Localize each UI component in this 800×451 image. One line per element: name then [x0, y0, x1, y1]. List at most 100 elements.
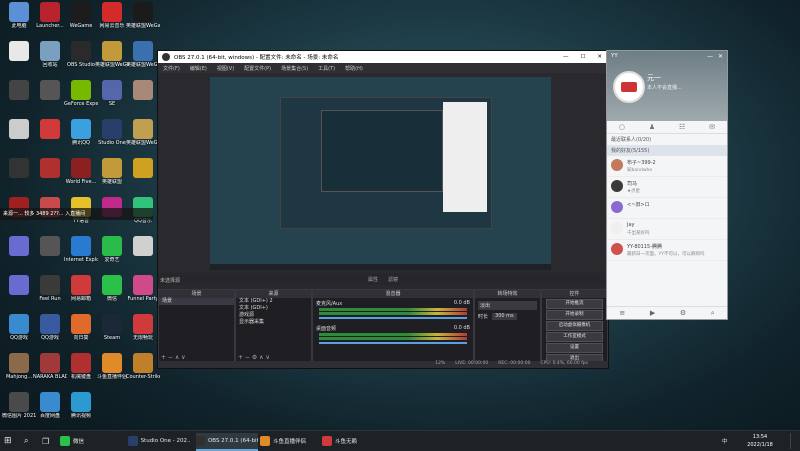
- desktop-icon[interactable]: [2, 275, 36, 296]
- avatar[interactable]: [613, 71, 645, 103]
- desktop-icon[interactable]: 微信: [95, 275, 129, 302]
- start-recording-button[interactable]: 开始录制: [546, 310, 603, 320]
- menu-icon[interactable]: ≡: [619, 309, 625, 317]
- source-item[interactable]: 文本 (GDI+) 2: [236, 298, 311, 305]
- desktop-icon[interactable]: NARAKA BLADEPO...: [33, 353, 67, 380]
- menu-item[interactable]: 视图(V): [217, 65, 234, 72]
- source-controls[interactable]: + − ⚙ ∧ ∨: [238, 354, 270, 361]
- friend-item[interactable]: YY-80115-腾腾 最新日一次面，YY不可以，可以麻烦吗: [607, 240, 727, 261]
- obs-window[interactable]: OBS 27.0.1 (64-bit, windows) - 配置文件: 未命名…: [157, 50, 609, 369]
- desktop-icon[interactable]: 英雄联盟WeGame版: [95, 41, 129, 68]
- virtual-camera-button[interactable]: 启动虚拟摄像机: [546, 321, 603, 331]
- desktop-icon[interactable]: QQ游戏: [2, 314, 36, 341]
- tab-recent-icon[interactable]: ○: [619, 123, 625, 131]
- taskbar-app[interactable]: 斗鱼无赖: [322, 433, 384, 449]
- menu-item[interactable]: 帮助(H): [345, 65, 363, 72]
- taskbar-app[interactable]: OBS 27.0.1 (64-bit...: [196, 433, 258, 451]
- close-icon[interactable]: ✕: [718, 53, 723, 60]
- menu-item[interactable]: 配置文件(P): [244, 65, 271, 72]
- desktop-icon[interactable]: 此电脑: [2, 2, 36, 29]
- desktop-icon[interactable]: [33, 236, 67, 257]
- show-desktop-button[interactable]: [790, 433, 799, 449]
- tab-channels-icon[interactable]: ✉: [709, 123, 715, 131]
- desktop-icon[interactable]: [126, 80, 160, 101]
- desktop-icon[interactable]: 英雄联盟WeGame版: [126, 2, 160, 29]
- taskbar-app[interactable]: 斗鱼直播伴侣: [260, 433, 322, 449]
- desktop-icon[interactable]: [2, 119, 36, 140]
- source-item[interactable]: 显示器采集: [236, 319, 311, 326]
- user-signature[interactable]: 本人不会直播...: [647, 84, 682, 91]
- studio-mode-button[interactable]: 工作室模式: [546, 332, 603, 342]
- scene-controls[interactable]: + − ∧ ∨: [161, 354, 186, 361]
- friend-item[interactable]: Jay 千出某好吗: [607, 219, 727, 240]
- desktop-icon[interactable]: Feel Run: [33, 275, 67, 302]
- desktop-icon[interactable]: [33, 119, 67, 140]
- desktop-icon[interactable]: 机械键盘: [64, 353, 98, 380]
- obs-titlebar[interactable]: OBS 27.0.1 (64-bit, windows) - 配置文件: 未命名…: [158, 51, 608, 63]
- yy-chat-window[interactable]: YY — ✕ 元一 本人不会直播... ○ ♟ ☷ ✉ 最近联系人(0/20) …: [606, 50, 728, 320]
- menu-item[interactable]: 文件(F): [163, 65, 180, 72]
- friend-item[interactable]: 司马 ★点星: [607, 177, 727, 198]
- friend-item[interactable]: <~旧>ロ: [607, 198, 727, 219]
- scene-item[interactable]: 场景: [159, 298, 234, 305]
- desktop-icon[interactable]: 百度网盘: [33, 392, 67, 419]
- source-item[interactable]: 游戏源: [236, 312, 311, 319]
- volume-slider[interactable]: [319, 342, 467, 344]
- transition-select[interactable]: 淡出: [478, 301, 537, 310]
- desktop-icon[interactable]: [33, 158, 67, 179]
- input-language[interactable]: 中: [722, 433, 728, 449]
- desktop-icon[interactable]: [2, 41, 36, 62]
- filters-button[interactable]: 滤镜: [388, 276, 398, 283]
- desktop-icon[interactable]: 腾讯视频: [64, 392, 98, 419]
- desktop-icon[interactable]: Studio One: [95, 119, 129, 146]
- desktop-icon[interactable]: 斗鱼直播伴侣: [95, 353, 129, 380]
- desktop-icon[interactable]: [126, 236, 160, 257]
- maximize-icon[interactable]: ☐: [580, 54, 585, 60]
- taskbar-app[interactable]: 微信: [60, 433, 122, 449]
- desktop-icon[interactable]: OBS Studio: [64, 41, 98, 68]
- friend-item[interactable]: 布子~399-2 知bandwhe: [607, 156, 727, 177]
- desktop-icon[interactable]: Steam: [95, 314, 129, 341]
- desktop-icon[interactable]: Internet Explorer: [64, 236, 98, 263]
- search-icon[interactable]: ⌕: [24, 433, 28, 449]
- desktop-icon[interactable]: [2, 158, 36, 179]
- desktop-icon[interactable]: [33, 80, 67, 101]
- video-icon[interactable]: ▶: [650, 309, 655, 317]
- desktop-icon[interactable]: WeGame: [64, 2, 98, 29]
- taskbar-app[interactable]: Studio One - 202...: [128, 433, 190, 449]
- group-recent[interactable]: 最近联系人(0/20): [607, 134, 727, 145]
- desktop-icon[interactable]: 英雄联盟: [95, 158, 129, 185]
- desktop-icon[interactable]: 网易邮箱: [64, 275, 98, 302]
- desktop-icon[interactable]: 英雄联盟WeGame版: [126, 119, 160, 146]
- search-icon[interactable]: ⌕: [711, 309, 715, 318]
- desktop-icon[interactable]: 回收站: [33, 41, 67, 68]
- desktop-icon[interactable]: 向日葵: [64, 314, 98, 341]
- desktop-icon[interactable]: 无限畅玩: [126, 314, 160, 341]
- obs-preview[interactable]: [210, 77, 551, 270]
- settings-button[interactable]: 设置: [546, 343, 603, 353]
- group-friends[interactable]: 我的好友(5/155): [607, 145, 727, 156]
- desktop-icon[interactable]: 英雄联盟WeGame版: [126, 41, 160, 68]
- desktop-icon[interactable]: World Five...: [64, 158, 98, 185]
- minimize-icon[interactable]: —: [563, 54, 569, 60]
- desktop-icon[interactable]: [126, 158, 160, 179]
- task-view-icon[interactable]: ❐: [42, 433, 49, 449]
- source-item[interactable]: 文本 (GDI+): [236, 305, 311, 312]
- desktop-icon[interactable]: 腾讯QQ: [64, 119, 98, 146]
- desktop-icon[interactable]: 爱奇艺: [95, 236, 129, 263]
- clock[interactable]: 13:54 2022/1/18: [740, 433, 780, 449]
- desktop-icon[interactable]: Launcher...: [33, 2, 67, 29]
- tab-contacts-icon[interactable]: ♟: [649, 123, 655, 131]
- desktop-icon[interactable]: Funnel Party: [126, 275, 160, 302]
- menu-item[interactable]: 编辑(E): [190, 65, 207, 72]
- menu-item[interactable]: 工具(T): [318, 65, 335, 72]
- properties-button[interactable]: 属性: [368, 276, 378, 283]
- volume-slider[interactable]: [319, 317, 467, 319]
- desktop-icon[interactable]: Counter-Strike Global Of...: [126, 353, 160, 380]
- desktop-icon[interactable]: [2, 80, 36, 101]
- tab-groups-icon[interactable]: ☷: [679, 123, 685, 131]
- start-button[interactable]: ⊞: [4, 433, 12, 449]
- duration-input[interactable]: 300 ms: [492, 313, 517, 320]
- desktop-icon[interactable]: GeForce Experience: [64, 80, 98, 107]
- menu-item[interactable]: 场景集合(S): [281, 65, 308, 72]
